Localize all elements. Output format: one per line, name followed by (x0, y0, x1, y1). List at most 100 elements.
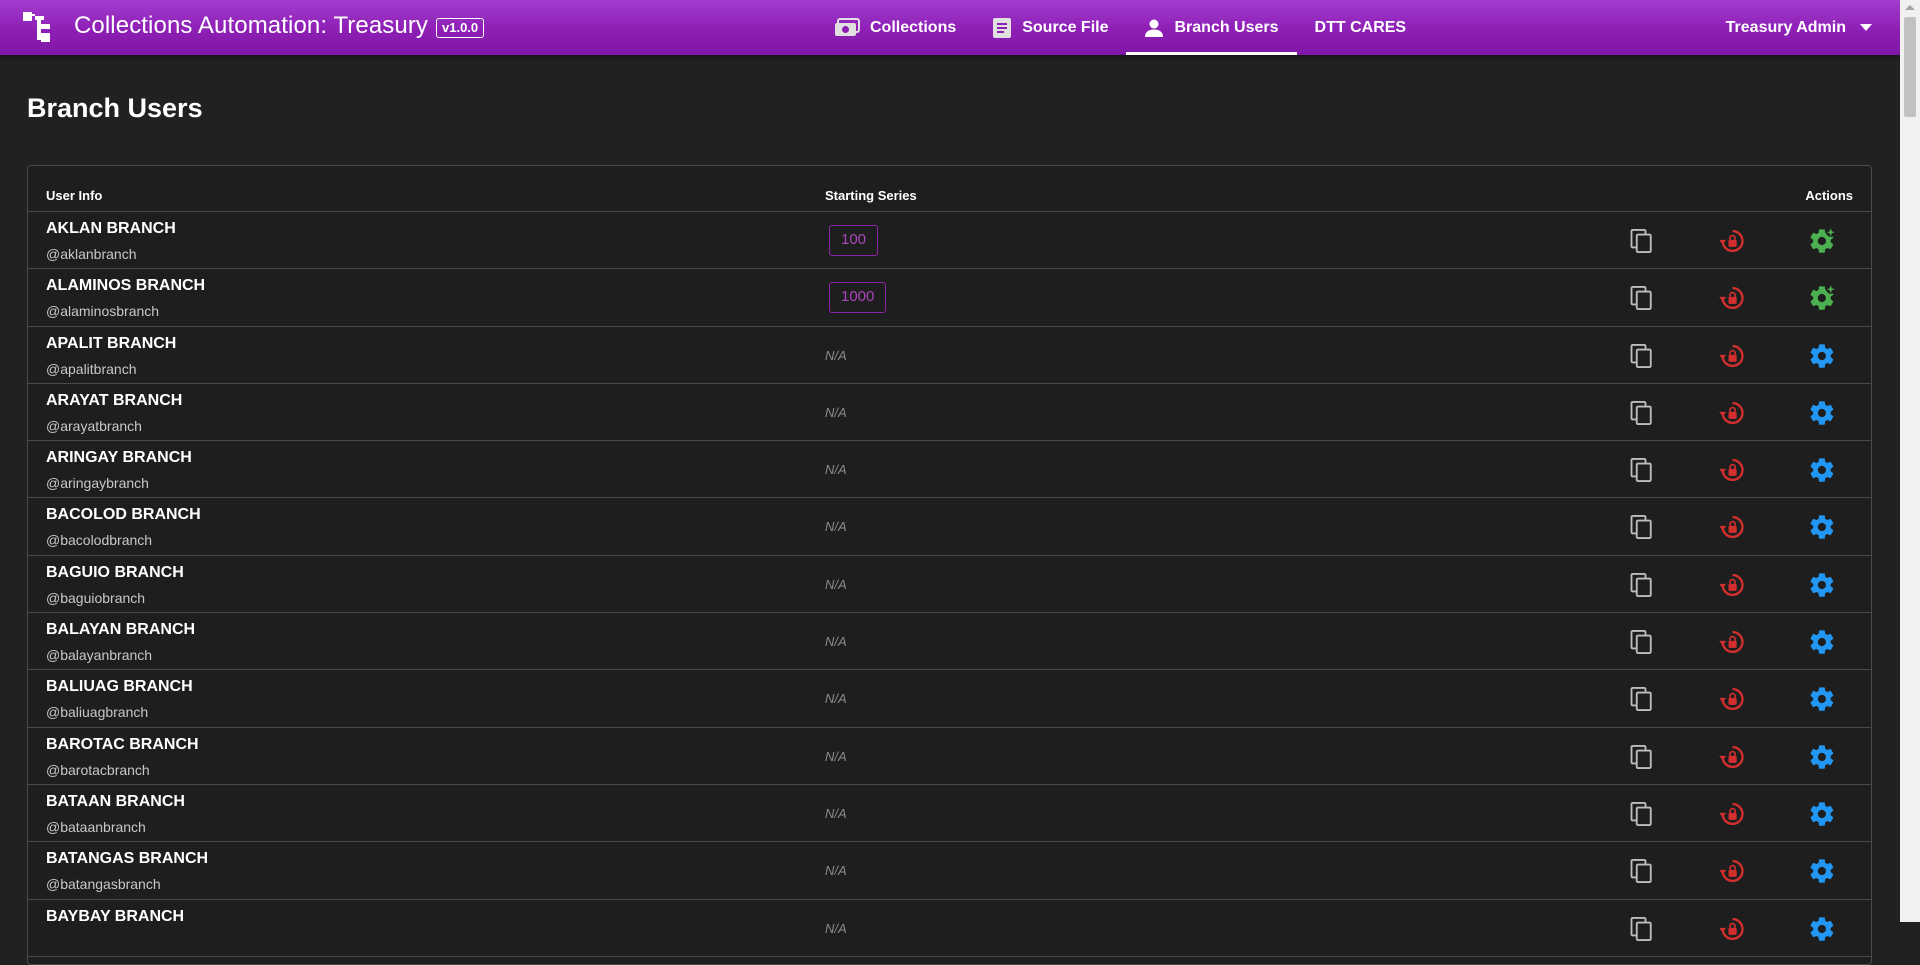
user-name: BAGUIO BRANCH (46, 563, 184, 581)
settings-gear-icon (1810, 630, 1834, 654)
settings-button[interactable] (1808, 284, 1836, 312)
table-row: BATAAN BRANCH @bataanbranch N/A (28, 785, 1871, 843)
copy-button[interactable] (1628, 456, 1656, 484)
table-row: BAGUIO BRANCH @baguiobranch N/A (28, 556, 1871, 614)
app-bar: Collections Automation: Treasury v1.0.0 … (0, 0, 1900, 55)
copy-button[interactable] (1628, 800, 1656, 828)
reset-password-button[interactable] (1718, 342, 1746, 370)
settings-button[interactable] (1808, 915, 1836, 943)
nav-branch-users-label: Branch Users (1174, 18, 1279, 36)
copy-button[interactable] (1628, 399, 1656, 427)
copy-button[interactable] (1628, 342, 1656, 370)
settings-button[interactable] (1808, 342, 1836, 370)
reset-password-button[interactable] (1718, 456, 1746, 484)
table-row: AKLAN BRANCH @aklanbranch 100 (28, 212, 1871, 270)
copy-button[interactable] (1628, 227, 1656, 255)
user-handle: @batangasbranch (46, 876, 161, 893)
lock-reset-icon (1719, 287, 1744, 310)
page-scrollbar[interactable] (1900, 0, 1920, 922)
user-menu[interactable]: Treasury Admin (1726, 0, 1872, 55)
copy-button[interactable] (1628, 857, 1656, 885)
settings-button[interactable] (1808, 227, 1836, 255)
lock-reset-icon (1719, 688, 1744, 711)
copy-button[interactable] (1628, 628, 1656, 656)
lock-reset-icon (1719, 516, 1744, 539)
copy-icon (1630, 744, 1652, 769)
scrollbar-thumb[interactable] (1904, 17, 1916, 117)
user-name: BALIUAG BRANCH (46, 678, 193, 696)
copy-button[interactable] (1628, 513, 1656, 541)
copy-button[interactable] (1628, 915, 1656, 943)
copy-icon (1630, 687, 1652, 712)
lock-reset-icon (1719, 229, 1744, 253)
starting-series-na: N/A (825, 519, 847, 535)
app-logo-icon[interactable] (23, 12, 55, 42)
header-user-info: User Info (46, 188, 103, 203)
settings-check-icon (1810, 284, 1836, 311)
nav-collections-label: Collections (870, 18, 957, 36)
reset-password-button[interactable] (1718, 399, 1746, 427)
user-name: BACOLOD BRANCH (46, 506, 201, 524)
starting-series-na: N/A (825, 576, 847, 592)
lock-reset-icon (1719, 917, 1744, 940)
lock-reset-icon (1719, 344, 1744, 367)
nav-source-file[interactable]: Source File (974, 0, 1126, 55)
copy-button[interactable] (1628, 685, 1656, 713)
reset-password-button[interactable] (1718, 857, 1746, 885)
reset-password-button[interactable] (1718, 743, 1746, 771)
user-name: AKLAN BRANCH (46, 220, 176, 237)
copy-icon (1630, 630, 1652, 655)
settings-button[interactable] (1808, 456, 1836, 484)
user-name: BATANGAS BRANCH (46, 850, 209, 868)
header-starting-series: Starting Series (825, 188, 917, 203)
nav-source-file-label: Source File (1022, 18, 1109, 36)
settings-button[interactable] (1808, 685, 1836, 713)
table-row: BAYBAY BRANCH N/A (28, 900, 1871, 957)
scroll-up-arrow-icon[interactable] (1905, 5, 1915, 10)
reset-password-button[interactable] (1718, 284, 1746, 312)
user-name: BAYBAY BRANCH (46, 907, 185, 925)
nav-collections[interactable]: Collections (816, 0, 974, 55)
reset-password-button[interactable] (1718, 800, 1746, 828)
copy-icon (1630, 572, 1652, 597)
user-handle: @aringaybranch (46, 475, 149, 492)
table-row: BACOLOD BRANCH @bacolodbranch N/A (28, 498, 1871, 556)
nav-dtt-cares[interactable]: DTT CARES (1297, 0, 1425, 55)
table-row: BALAYAN BRANCH @balayanbranch N/A (28, 613, 1871, 671)
settings-gear-icon (1810, 859, 1834, 883)
user-handle: @alaminosbranch (46, 303, 160, 320)
nav-dtt-cares-label: DTT CARES (1314, 18, 1407, 36)
copy-button[interactable] (1628, 284, 1656, 312)
user-name: BAROTAC BRANCH (46, 735, 199, 753)
copy-icon (1630, 343, 1652, 368)
settings-button[interactable] (1808, 628, 1836, 656)
table-body: AKLAN BRANCH @aklanbranch 100 ALAMINOS BRAN… (28, 212, 1871, 957)
settings-button[interactable] (1808, 743, 1836, 771)
copy-button[interactable] (1628, 743, 1656, 771)
document-icon (993, 17, 1012, 38)
copy-icon (1630, 400, 1652, 425)
user-handle: @baliuagbranch (46, 704, 149, 721)
settings-button[interactable] (1808, 800, 1836, 828)
settings-button[interactable] (1808, 399, 1836, 427)
reset-password-button[interactable] (1718, 628, 1746, 656)
copy-button[interactable] (1628, 571, 1656, 599)
settings-button[interactable] (1808, 571, 1836, 599)
copy-icon (1630, 916, 1652, 941)
settings-gear-icon (1810, 458, 1834, 482)
reset-password-button[interactable] (1718, 915, 1746, 943)
reset-password-button[interactable] (1718, 513, 1746, 541)
reset-password-button[interactable] (1718, 571, 1746, 599)
settings-button[interactable] (1808, 857, 1836, 885)
reset-password-button[interactable] (1718, 685, 1746, 713)
branch-users-table: User Info Starting Series Actions AKLAN … (27, 165, 1872, 965)
settings-button[interactable] (1808, 513, 1836, 541)
lock-reset-icon (1719, 745, 1744, 768)
user-handle: @bataanbranch (46, 818, 146, 835)
starting-series-badge: 100 (829, 225, 879, 256)
table-header: User Info Starting Series Actions (28, 166, 1871, 212)
version-badge: v1.0.0 (436, 18, 485, 38)
caret-down-icon (1860, 23, 1872, 31)
reset-password-button[interactable] (1718, 227, 1746, 255)
nav-branch-users[interactable]: Branch Users (1126, 0, 1297, 55)
